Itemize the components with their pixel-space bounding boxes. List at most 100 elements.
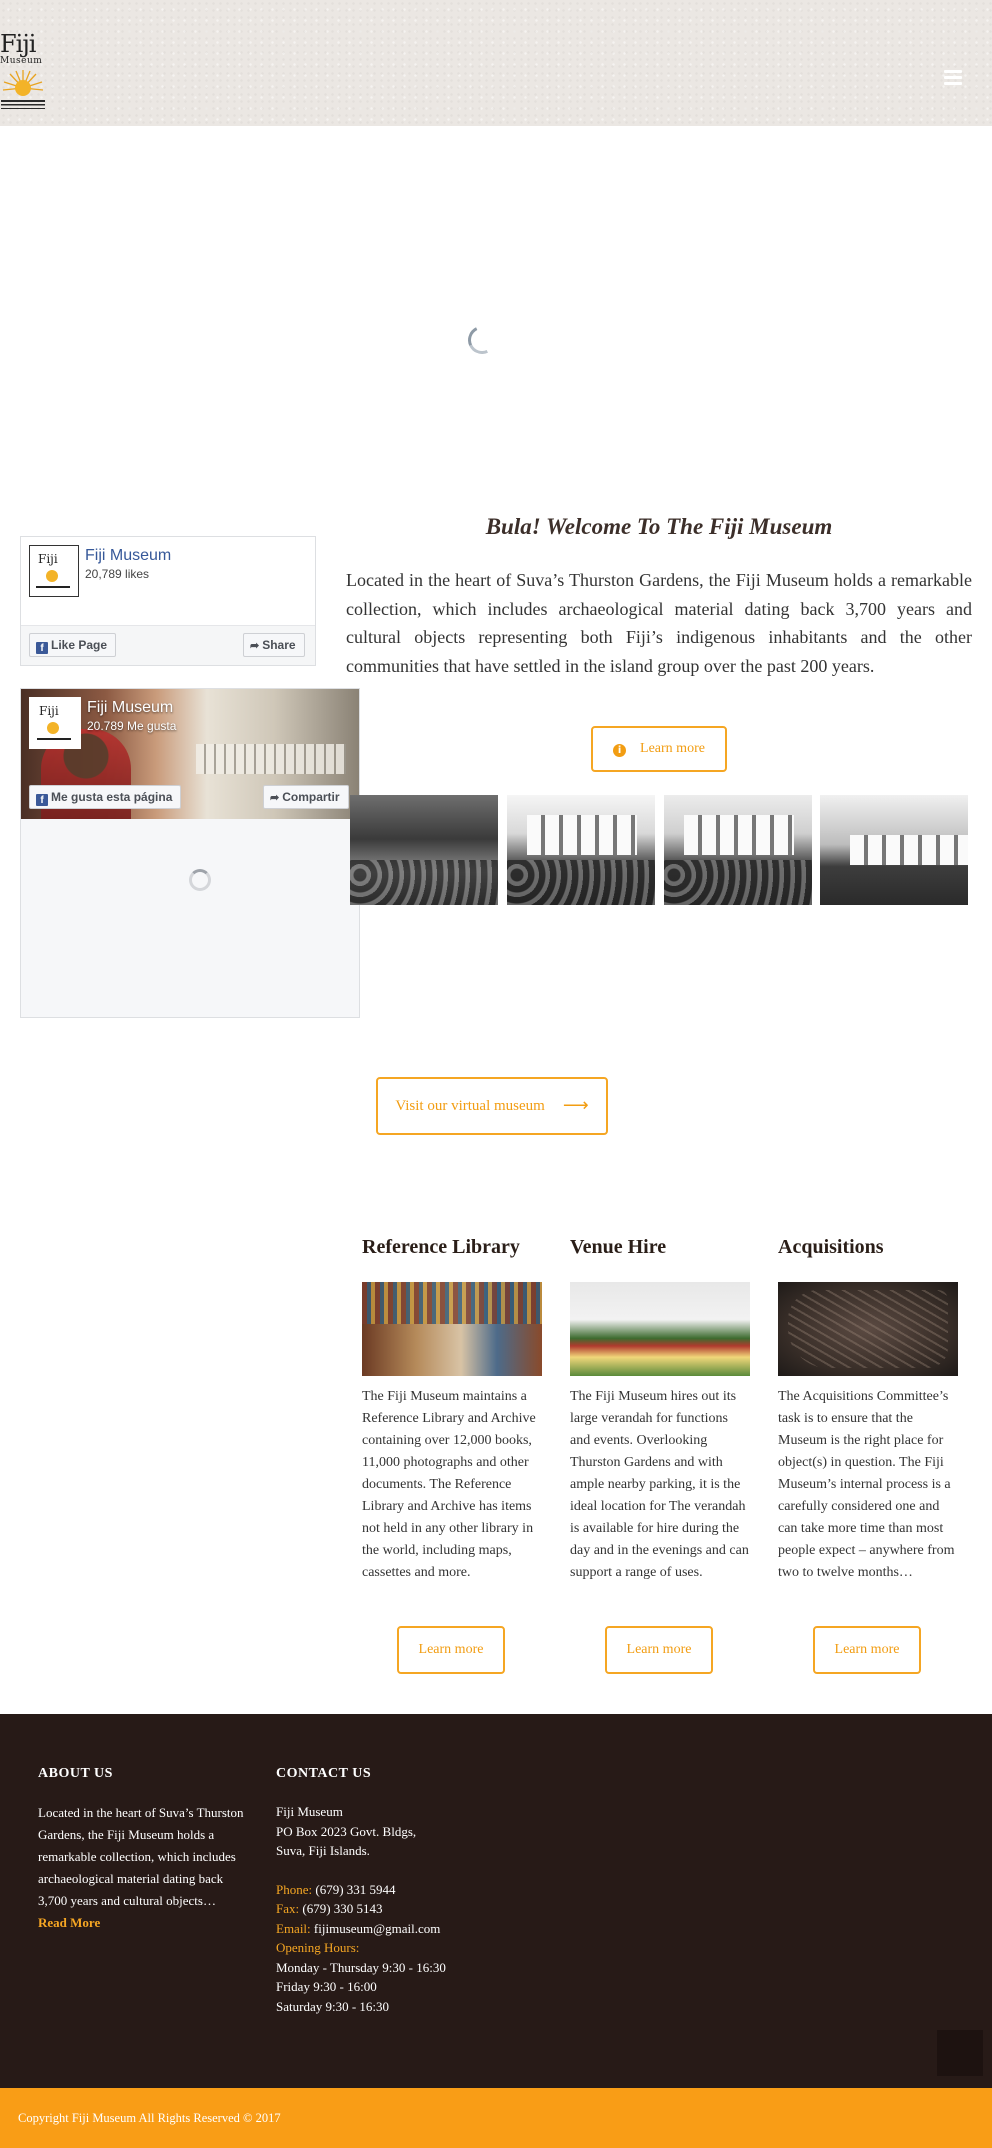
welcome-title: Bula! Welcome To The Fiji Museum <box>485 514 833 539</box>
hours-line: Friday 9:30 - 16:00 <box>276 1979 377 1994</box>
back-to-top-button[interactable] <box>937 2030 983 2076</box>
address-line: Suva, Fiji Islands. <box>276 1843 370 1858</box>
contact-info: Fiji Museum PO Box 2023 Govt. Bldgs, Suv… <box>276 1802 536 2016</box>
hamburger-bar <box>944 70 962 73</box>
copyright-bar: Copyright Fiji Museum All Rights Reserve… <box>0 2088 992 2148</box>
phone-number[interactable]: (679) 331 5944 <box>315 1882 395 1897</box>
hours-line: Saturday 9:30 - 16:30 <box>276 1998 390 2014</box>
learn-more-label: Learn more <box>418 1642 484 1657</box>
photo-crowd-detail <box>507 860 655 905</box>
cover-shelf-detail <box>196 744 346 774</box>
slider-loading-spinner-icon <box>464 322 500 358</box>
learn-more-label: Learn more <box>640 741 705 756</box>
photo-building-detail <box>850 835 968 865</box>
fiji-museum-logo-icon: Fiji <box>36 552 70 588</box>
sun-emblem-icon <box>1 70 45 109</box>
facebook-like-page-button[interactable]: f Like Page <box>29 633 117 657</box>
like-page-label: Like Page <box>51 638 108 652</box>
venue-hire-learn-more-button[interactable]: Learn more <box>605 1626 713 1674</box>
reference-library-learn-more-button[interactable]: Learn more <box>397 1626 505 1674</box>
service-acquisitions: Acquisitions The Acquisitions Committee’… <box>778 1236 958 1584</box>
email-label: Email: <box>276 1920 311 1936</box>
about-heading: ABOUT US <box>38 1766 113 1781</box>
reference-library-image[interactable] <box>362 1282 542 1376</box>
welcome-text: Located in the heart of Suva’s Thurston … <box>346 570 972 676</box>
hours-line: Monday - Thursday 9:30 - 16:30 <box>276 1959 446 1975</box>
gallery-photo-4[interactable] <box>820 795 968 905</box>
logo-subtitle: Museum <box>0 56 43 66</box>
phone-row: Phone: (679) 331 5944 <box>276 1880 536 1900</box>
gallery-photo-1[interactable] <box>350 795 498 905</box>
facebook-page-widget: Fiji Fiji Museum 20,789 likes f Like Page… <box>20 536 316 666</box>
welcome-learn-more-button[interactable]: i Learn more <box>591 726 727 772</box>
facebook-like-page-button[interactable]: f Me gusta esta página <box>29 785 182 809</box>
learn-more-label: Learn more <box>626 1642 692 1657</box>
address-line: PO Box 2023 Govt. Bldgs, <box>276 1823 417 1839</box>
hamburger-bar <box>944 76 962 79</box>
service-reference-library: Reference Library The Fiji Museum mainta… <box>362 1236 542 1584</box>
opening-hours-label: Opening Hours: <box>276 1940 360 1955</box>
contact-heading: CONTACT US <box>276 1766 372 1781</box>
service-title[interactable]: Venue Hire <box>570 1236 750 1266</box>
photo-building-detail <box>527 815 637 855</box>
visit-virtual-museum-label: Visit our virtual museum <box>395 1098 545 1114</box>
share-label: Compartir <box>282 790 340 804</box>
service-venue-hire: Venue Hire The Fiji Museum hires out its… <box>570 1236 750 1584</box>
like-page-label: Me gusta esta página <box>51 790 173 804</box>
photo-crowd-detail <box>664 860 812 905</box>
hamburger-icon[interactable] <box>944 70 962 86</box>
facebook-page-plugin: Fiji Fiji Museum 20.789 Me gusta f Me gus… <box>20 688 360 1018</box>
facebook-icon: f <box>36 642 48 654</box>
read-more-link[interactable]: Read More <box>38 1915 100 1930</box>
svg-text:Fiji: Fiji <box>39 704 59 718</box>
gallery-photo-2[interactable] <box>507 795 655 905</box>
facebook-action-bar: f Like Page ➦ Share <box>21 625 315 665</box>
acquisitions-image[interactable] <box>778 1282 958 1376</box>
email-link[interactable]: fijimuseum@gmail.com <box>314 1921 440 1936</box>
learn-more-label: Learn more <box>834 1642 900 1657</box>
fiji-museum-logo-icon: Fiji <box>37 704 71 740</box>
photo-crowd-detail <box>350 860 498 905</box>
facebook-page-name[interactable]: Fiji Museum <box>87 699 173 717</box>
fax-label: Fax: <box>276 1901 300 1916</box>
about-text: Located in the heart of Suva’s Thurston … <box>38 1802 248 1934</box>
share-arrow-icon: ➦ <box>250 640 260 652</box>
share-label: Share <box>262 638 296 652</box>
gallery-photo-3[interactable] <box>664 795 812 905</box>
phone-label: Phone: <box>276 1881 313 1897</box>
email-row: Email: fijimuseum@gmail.com <box>276 1919 536 1939</box>
fax-row: Fax: (679) 330 5143 <box>276 1899 536 1919</box>
facebook-page-avatar[interactable]: Fiji <box>29 697 81 749</box>
address-line: Fiji Museum <box>276 1804 343 1819</box>
site-footer: ABOUT US Located in the heart of Suva’s … <box>0 1714 992 2088</box>
facebook-like-count: 20.789 Me gusta <box>87 719 177 733</box>
facebook-icon: f <box>36 794 48 806</box>
fax-number: (679) 330 5143 <box>302 1901 383 1916</box>
site-header: Fiji Museum <box>0 0 992 126</box>
photo-building-detail <box>684 815 794 855</box>
service-description: The Fiji Museum hires out its large vera… <box>570 1389 749 1580</box>
service-description: The Fiji Museum maintains a Reference Li… <box>362 1389 536 1580</box>
venue-hire-image[interactable] <box>570 1282 750 1376</box>
facebook-page-name[interactable]: Fiji Museum <box>85 547 171 565</box>
svg-text:Fiji: Fiji <box>38 552 58 566</box>
facebook-cover-photo[interactable]: Fiji Fiji Museum 20.789 Me gusta f Me gus… <box>21 689 359 819</box>
facebook-share-button[interactable]: ➦ Share <box>243 633 305 657</box>
facebook-feed-loading-icon <box>189 869 211 891</box>
fiji-museum-logo[interactable]: Fiji Museum <box>0 32 50 116</box>
service-description: The Acquisitions Committee’s task is to … <box>778 1389 955 1580</box>
facebook-like-count: 20,789 likes <box>85 567 150 581</box>
service-title[interactable]: Reference Library <box>362 1236 542 1266</box>
hamburger-bar <box>944 82 962 85</box>
arrow-right-icon: ⟶ <box>562 1095 589 1116</box>
about-description: Located in the heart of Suva’s Thurston … <box>38 1805 244 1908</box>
logo-title: Fiji <box>0 30 36 58</box>
service-title[interactable]: Acquisitions <box>778 1236 958 1266</box>
info-icon: i <box>613 744 627 757</box>
share-arrow-icon: ➦ <box>270 792 280 804</box>
visit-virtual-museum-button[interactable]: Visit our virtual museum ⟶ <box>376 1077 608 1135</box>
acquisitions-learn-more-button[interactable]: Learn more <box>813 1626 921 1674</box>
facebook-page-avatar[interactable]: Fiji <box>29 545 79 597</box>
facebook-share-button[interactable]: ➦ Compartir <box>263 785 349 809</box>
